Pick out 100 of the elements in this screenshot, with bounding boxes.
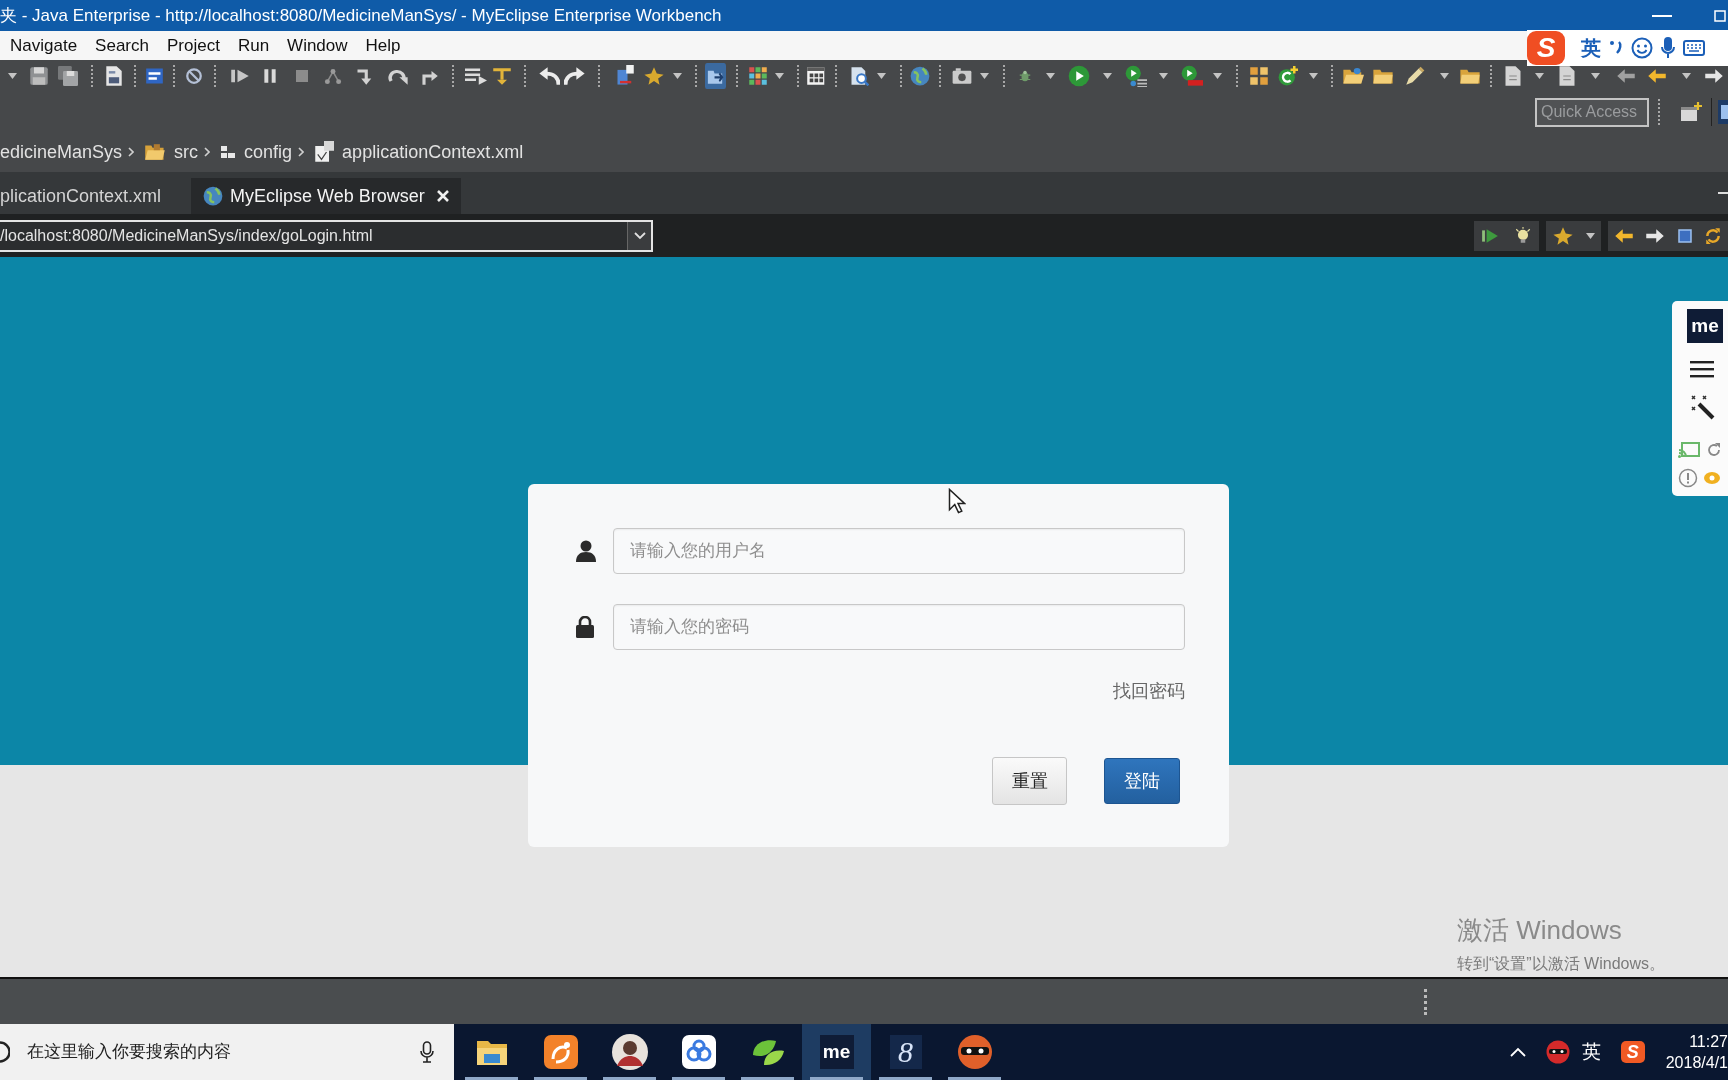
text-cursor-icon[interactable]	[492, 66, 513, 86]
punctuation-icon[interactable]	[1609, 40, 1623, 56]
floppy-disks-icon[interactable]	[57, 66, 78, 86]
globe-icon[interactable]	[910, 66, 930, 86]
redo-icon[interactable]	[564, 66, 586, 86]
caret-icon[interactable]	[876, 73, 886, 79]
info-icon[interactable]	[1678, 468, 1698, 488]
quick-access-field[interactable]: Quick Access	[1535, 97, 1649, 127]
arrow-right-icon[interactable]	[1704, 67, 1725, 85]
address-field[interactable]: /localhost:8080/MedicineManSys/index/goLogin.html	[0, 219, 653, 252]
caret-icon[interactable]	[1103, 73, 1112, 79]
search-field[interactable]: 在这里输入你要搜索的内容	[27, 1032, 420, 1072]
keyboard-icon[interactable]	[1683, 40, 1705, 56]
nodes-icon[interactable]	[324, 67, 342, 85]
forgot-password-link[interactable]: 找回密码	[1113, 679, 1185, 703]
caret-icon[interactable]	[1046, 73, 1056, 79]
grip-icon[interactable]	[1424, 988, 1427, 1015]
page-icon[interactable]	[1557, 65, 1577, 87]
clock-time: 11:27	[1689, 1032, 1728, 1052]
camera-icon[interactable]	[951, 67, 972, 85]
circle-plus-icon[interactable]	[1277, 66, 1298, 86]
menu-item[interactable]: Help	[356, 33, 410, 58]
language-indicator[interactable]: 英	[1581, 1039, 1601, 1065]
app-logo[interactable]: me	[1687, 309, 1723, 343]
caret-icon[interactable]	[774, 73, 784, 79]
run-list-icon[interactable]	[1124, 65, 1147, 87]
star-icon[interactable]	[1552, 225, 1574, 246]
username-field[interactable]: 请输入您的用户名	[613, 528, 1185, 574]
chevron-up-icon[interactable]	[1509, 1047, 1526, 1057]
caret-icon[interactable]	[1159, 73, 1169, 79]
menu-item[interactable]: Search	[86, 33, 158, 58]
bug-icon[interactable]	[1017, 69, 1032, 83]
menu-item[interactable]: Project	[158, 33, 229, 58]
file-check-icon	[314, 141, 335, 163]
caret-icon[interactable]	[979, 73, 989, 79]
star-icon[interactable]	[642, 66, 665, 86]
language-toggle[interactable]: 英	[1581, 34, 1601, 62]
caret-icon[interactable]	[1308, 73, 1318, 79]
breadcrumb-item[interactable]: src	[174, 141, 199, 163]
arrow-right-icon[interactable]	[1645, 226, 1666, 245]
magic-wand-icon[interactable]	[1689, 394, 1715, 420]
maximize-icon[interactable]	[1714, 9, 1726, 22]
run-icon[interactable]	[1068, 65, 1091, 87]
caret-icon[interactable]	[1586, 232, 1595, 239]
refresh-icon[interactable]	[1704, 226, 1723, 245]
folder-icon	[475, 1038, 508, 1066]
login-button[interactable]: 登陆	[1104, 758, 1180, 804]
breadcrumb-item[interactable]: applicationContext.xml	[342, 141, 524, 163]
calendar-icon[interactable]	[806, 66, 826, 86]
breadcrumb-item[interactable]: edicineManSys	[0, 141, 123, 163]
squares-icon	[220, 144, 237, 160]
smiley-icon[interactable]	[1631, 37, 1653, 59]
run-server-icon[interactable]	[1181, 65, 1204, 87]
refresh-icon[interactable]	[1706, 442, 1722, 458]
arrow-left-icon[interactable]	[1615, 67, 1636, 85]
microphone-icon[interactable]	[420, 1041, 434, 1063]
prohibit-icon[interactable]	[184, 67, 203, 85]
arrow-left-icon[interactable]	[1646, 67, 1667, 85]
pause-icon[interactable]	[261, 67, 279, 85]
stop-icon[interactable]	[293, 68, 310, 84]
pen-icon[interactable]	[1405, 66, 1426, 86]
editor-tab[interactable]: plicationContext.xml	[0, 178, 184, 214]
lightbulb-icon[interactable]	[1513, 226, 1532, 245]
mask-icon[interactable]	[1545, 1040, 1570, 1064]
breadcrumb-item[interactable]: config	[244, 141, 293, 163]
lock-icon	[576, 616, 594, 638]
menu-icon[interactable]	[1690, 360, 1714, 378]
caret-icon[interactable]	[1591, 73, 1600, 79]
taskbar-button[interactable]: 8	[871, 1024, 940, 1080]
caret-icon[interactable]	[1212, 73, 1222, 79]
taskbar-button[interactable]: me	[802, 1024, 871, 1080]
grid-icon[interactable]	[748, 66, 768, 86]
caret-icon[interactable]	[1681, 73, 1691, 79]
document-icon[interactable]	[104, 65, 123, 87]
caret-icon[interactable]	[7, 73, 17, 79]
search-box[interactable]: 在这里输入你要搜索的内容	[0, 1024, 454, 1080]
blocks-icon[interactable]	[1249, 66, 1269, 86]
square-icon[interactable]	[1676, 227, 1693, 244]
menu-item[interactable]: Window	[278, 33, 357, 58]
window-plus-icon[interactable]	[1680, 102, 1702, 122]
undo-icon[interactable]	[537, 66, 560, 86]
open-folder-icon[interactable]	[1342, 66, 1365, 86]
editor-tab[interactable]: MyEclipse Web Browser	[191, 178, 461, 214]
reset-button[interactable]: 重置	[992, 757, 1067, 805]
microphone-icon[interactable]	[1661, 37, 1675, 59]
password-field[interactable]: 请输入您的密码	[613, 604, 1185, 650]
list-arrow-icon[interactable]	[465, 66, 488, 86]
arrow-left-icon[interactable]	[1613, 226, 1634, 245]
minimize-icon[interactable]	[1652, 14, 1672, 17]
dropdown-button[interactable]	[627, 221, 651, 250]
caret-icon[interactable]	[1534, 73, 1544, 79]
close-icon[interactable]	[436, 190, 449, 202]
menu-item[interactable]: Run	[228, 33, 279, 58]
panel-icon[interactable]	[1718, 100, 1728, 124]
caret-icon[interactable]	[673, 73, 682, 79]
window-icon[interactable]	[145, 66, 164, 86]
page-icon[interactable]	[1503, 65, 1524, 87]
menu-item[interactable]: Navigate	[1, 33, 87, 58]
ime-logo[interactable]: S	[1527, 31, 1565, 65]
caret-icon[interactable]	[1439, 73, 1449, 79]
